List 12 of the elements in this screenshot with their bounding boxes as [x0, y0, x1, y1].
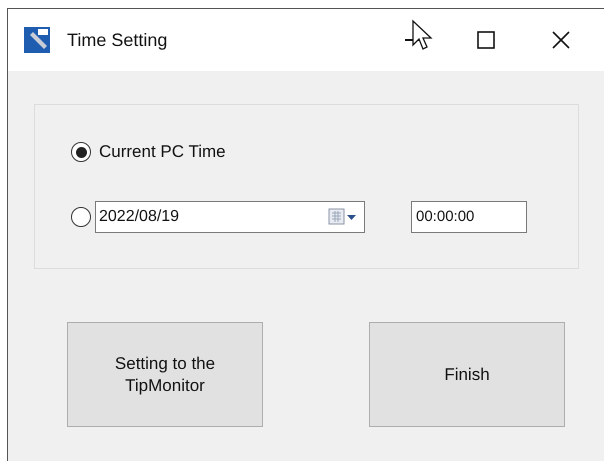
radio-button[interactable]: [71, 142, 91, 162]
close-icon: [552, 31, 570, 49]
time-field[interactable]: 00:00:00: [411, 201, 527, 233]
action-button[interactable]: Finish: [369, 322, 565, 427]
date-picker[interactable]: 2022/08/19: [95, 201, 365, 233]
action-button[interactable]: Setting to the TipMonitor: [67, 322, 263, 427]
calendar-dropdown-icon: [328, 208, 358, 226]
radio-label: Current PC Time: [99, 141, 226, 164]
mouse-pointer-icon: [411, 19, 433, 51]
maximize-icon: [477, 31, 495, 49]
radio-button[interactable]: [71, 207, 91, 227]
window-title: Time Setting: [67, 28, 168, 52]
